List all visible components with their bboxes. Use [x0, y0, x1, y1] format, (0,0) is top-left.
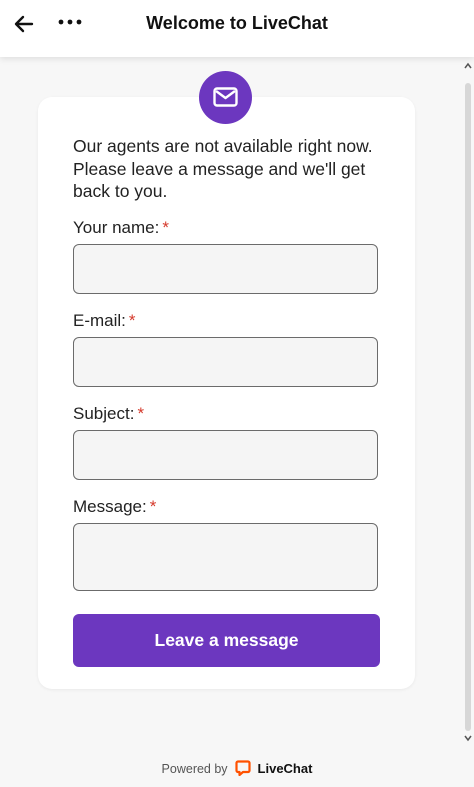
message-label: Message: * [73, 497, 157, 516]
required-marker: * [137, 404, 145, 423]
header-title: Welcome to LiveChat [146, 13, 328, 33]
livechat-logo-icon [235, 760, 251, 776]
chat-header: Welcome to LiveChat [0, 0, 474, 57]
intro-text: Our agents are not available right now. … [73, 136, 373, 201]
powered-by-footer: Powered by LiveChat [0, 760, 474, 778]
email-input[interactable] [73, 337, 378, 387]
chevron-down-icon [464, 735, 472, 742]
subject-input[interactable] [73, 430, 378, 480]
scroll-down-button[interactable] [462, 731, 474, 745]
scroll-up-button[interactable] [462, 59, 474, 73]
name-input[interactable] [73, 244, 378, 294]
required-marker: * [149, 497, 157, 516]
livechat-brand-link[interactable]: LiveChat [258, 761, 313, 776]
scrollbar[interactable] [462, 57, 474, 745]
required-marker: * [162, 218, 169, 237]
envelope-icon [213, 87, 238, 107]
leave-message-button[interactable]: Leave a message [73, 614, 380, 667]
email-label: E-mail: * [73, 311, 136, 330]
message-textarea[interactable] [73, 523, 378, 591]
required-marker: * [128, 311, 136, 330]
name-label: Your name: * [73, 218, 169, 237]
powered-by-text: Powered by [161, 762, 228, 776]
chevron-up-icon [464, 62, 472, 69]
subject-label: Subject: * [73, 404, 145, 423]
offline-form-card: Our agents are not available right now. … [38, 97, 415, 689]
scrollbar-thumb[interactable] [465, 83, 471, 731]
mail-badge [199, 71, 252, 124]
